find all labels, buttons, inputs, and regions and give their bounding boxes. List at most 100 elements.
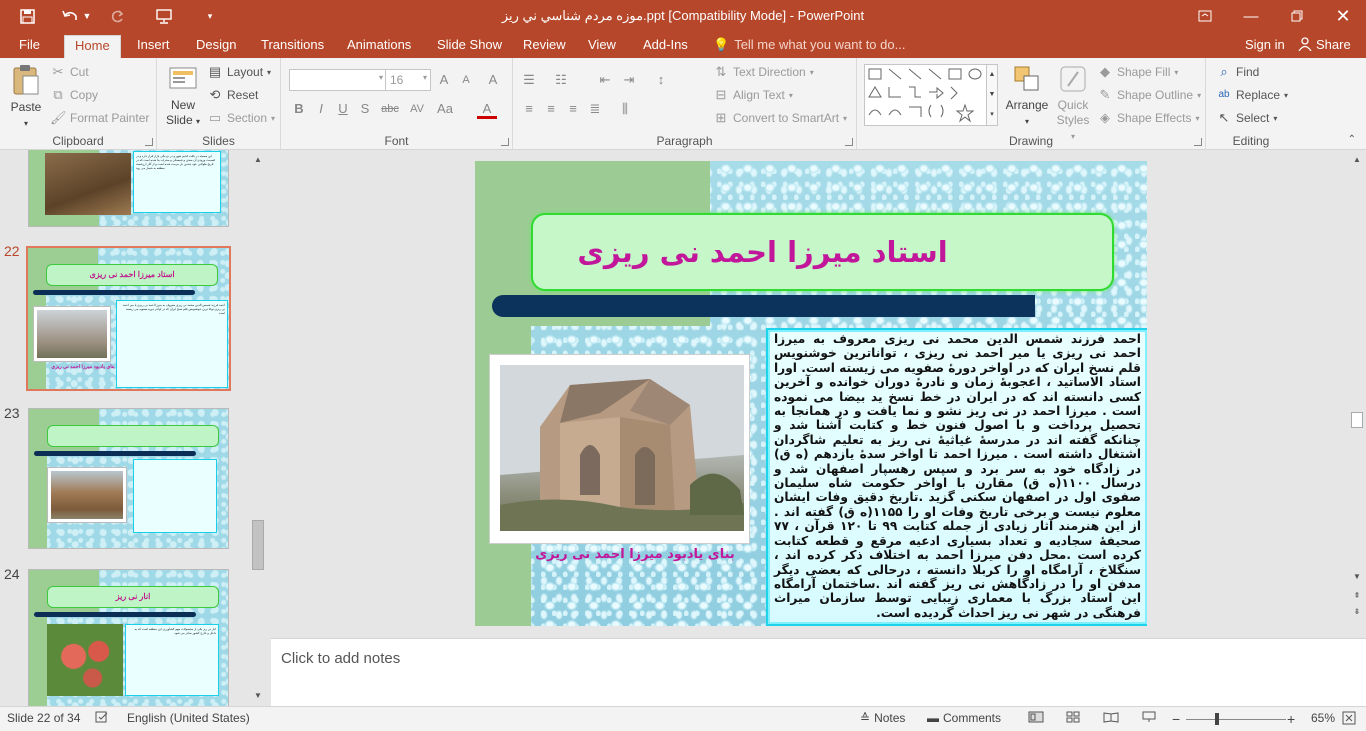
paste-button[interactable]: Paste ▾: [8, 64, 44, 131]
layout-button[interactable]: ▤ Layout ▾: [207, 64, 271, 80]
align-left-icon[interactable]: ≡: [519, 99, 539, 119]
tab-home[interactable]: Home: [64, 35, 121, 58]
shadow-button[interactable]: S: [355, 99, 375, 119]
find-label: Find: [1236, 65, 1260, 79]
slide-thumbnail-21[interactable]: این مسجد در بافت قديم شهر و در نزدیکی با…: [28, 150, 229, 227]
paragraph-launcher-icon[interactable]: [845, 138, 853, 146]
font-size-combo[interactable]: 16 ▾: [385, 69, 431, 91]
line-spacing-icon[interactable]: ↕: [651, 70, 671, 90]
minimize-icon[interactable]: —: [1236, 4, 1266, 28]
replace-button[interactable]: ab Replace ▾: [1216, 87, 1288, 103]
shapes-gallery-scroll[interactable]: ▲ ▼ ▾: [986, 64, 998, 126]
slide-thumbnail-23[interactable]: [28, 408, 229, 549]
thumbnail-scrollbar[interactable]: ▲ ▼: [250, 150, 266, 706]
shrink-font-icon[interactable]: A: [456, 70, 476, 90]
tab-slide-show[interactable]: Slide Show: [437, 37, 502, 52]
scroll-down-icon[interactable]: ▼: [251, 689, 265, 703]
reading-view-icon[interactable]: [1103, 711, 1119, 723]
font-launcher-icon[interactable]: [501, 138, 509, 146]
shape-effects-button[interactable]: ◈ Shape Effects ▾: [1097, 110, 1200, 126]
align-center-icon[interactable]: ≡: [541, 99, 561, 119]
align-text-button[interactable]: ⊟ Align Text ▾: [713, 87, 793, 103]
columns-icon[interactable]: ⫼: [615, 99, 635, 119]
decrease-indent-icon[interactable]: ⇤: [595, 70, 615, 90]
ribbon-display-icon[interactable]: [1190, 4, 1220, 28]
reset-button[interactable]: ⟲ Reset: [207, 87, 259, 103]
previous-slide-icon[interactable]: ⇞: [1350, 589, 1364, 603]
grow-font-icon[interactable]: A: [434, 70, 454, 90]
thumbnail-scroll-thumb[interactable]: [252, 520, 264, 570]
shapes-gallery[interactable]: [864, 64, 994, 126]
slide-sorter-icon[interactable]: [1066, 711, 1080, 723]
slide-scroll-down-icon[interactable]: ▼: [1350, 570, 1364, 584]
bullets-icon[interactable]: ☰: [519, 70, 539, 90]
italic-button[interactable]: I: [311, 99, 331, 119]
slide-scroll-up-icon[interactable]: ▲: [1350, 153, 1364, 167]
memorial-caption[interactable]: بنای یادبود میرزا احمد نی ریزی: [515, 547, 755, 562]
zoom-out-icon[interactable]: −: [1172, 711, 1180, 727]
tab-transitions[interactable]: Transitions: [261, 37, 324, 52]
copy-button[interactable]: ⧉ Copy: [50, 87, 98, 103]
change-case-button[interactable]: Aa: [433, 99, 457, 119]
format-painter-button[interactable]: 🖌 Format Painter: [50, 110, 149, 126]
zoom-slider-track[interactable]: [1186, 713, 1286, 725]
notes-button[interactable]: ≙ Notes: [860, 711, 905, 725]
font-name-combo[interactable]: ▾: [289, 69, 387, 91]
tell-me-box[interactable]: 💡 Tell me what you want to do...: [713, 37, 905, 53]
arrange-button[interactable]: Arrange ▾: [1005, 64, 1049, 129]
cut-button[interactable]: ✂ Cut: [50, 64, 89, 80]
tab-view[interactable]: View: [588, 37, 616, 52]
align-right-icon[interactable]: ≡: [563, 99, 583, 119]
section-button[interactable]: ▭ Section ▾: [207, 110, 275, 126]
signin-link[interactable]: Sign in: [1245, 37, 1285, 52]
close-icon[interactable]: ✕: [1328, 4, 1358, 28]
numbering-icon[interactable]: ☷: [551, 70, 571, 90]
zoom-level[interactable]: 65%: [1311, 711, 1335, 725]
slide-thumbnail-22[interactable]: استاد میرزا احمد نی ریزی بنای یادبود میر…: [26, 246, 231, 391]
bold-button[interactable]: B: [289, 99, 309, 119]
tab-animations[interactable]: Animations: [347, 37, 411, 52]
zoom-slider-knob[interactable]: [1214, 713, 1219, 725]
scroll-up-icon[interactable]: ▲: [251, 153, 265, 167]
clear-format-icon[interactable]: A: [483, 70, 503, 90]
notes-pane[interactable]: Click to add notes: [271, 638, 1366, 706]
drawing-launcher-icon[interactable]: [1194, 138, 1202, 146]
underline-button[interactable]: U: [333, 99, 353, 119]
collapse-ribbon-icon[interactable]: ⌃: [1348, 134, 1356, 145]
slide-scrollbar[interactable]: ▲ ▼ ⇞ ⇟: [1349, 150, 1366, 636]
normal-view-icon[interactable]: [1028, 711, 1044, 723]
memorial-photo[interactable]: [489, 354, 750, 544]
justify-icon[interactable]: ≣: [585, 99, 605, 119]
fit-to-window-icon[interactable]: [1342, 711, 1356, 725]
character-spacing-button[interactable]: AV: [405, 99, 429, 119]
slide-scroll-thumb[interactable]: [1351, 412, 1363, 428]
tab-add-ins[interactable]: Add-Ins: [643, 37, 688, 52]
slide-thumbnail-24[interactable]: انار نی ریز انار نی ریز یکی از محصولات م…: [28, 569, 229, 706]
select-button[interactable]: ↖ Select ▾: [1216, 110, 1278, 126]
zoom-in-icon[interactable]: +: [1287, 711, 1295, 727]
slide-title-box[interactable]: استاد میرزا احمد نی ریزی: [531, 213, 1114, 291]
strikethrough-button[interactable]: abc: [377, 99, 403, 119]
shape-outline-button[interactable]: ✎ Shape Outline ▾: [1097, 87, 1202, 103]
restore-icon[interactable]: [1282, 4, 1312, 28]
comments-button[interactable]: ▬ Comments: [927, 711, 1001, 725]
slideshow-view-icon[interactable]: [1142, 711, 1156, 723]
tab-insert[interactable]: Insert: [137, 37, 170, 52]
body-text-box[interactable]: احمد فرزند شمس الدین محمد نی ریزی معروف …: [766, 328, 1147, 626]
spell-check-icon[interactable]: [95, 711, 109, 723]
text-direction-button[interactable]: ⇅ Text Direction ▾: [713, 64, 814, 80]
tab-file[interactable]: File: [19, 37, 40, 52]
new-slide-button[interactable]: New Slide ▾: [163, 64, 203, 129]
clipboard-launcher-icon[interactable]: [145, 138, 153, 146]
increase-indent-icon[interactable]: ⇥: [619, 70, 639, 90]
font-color-button[interactable]: A: [477, 99, 497, 119]
quick-styles-button[interactable]: Quick Styles ▾: [1053, 64, 1093, 144]
find-button[interactable]: ⌕ Find: [1216, 64, 1259, 80]
share-button[interactable]: Share: [1298, 37, 1351, 54]
shape-fill-button[interactable]: ◆ Shape Fill ▾: [1097, 64, 1178, 80]
tab-design[interactable]: Design: [196, 37, 236, 52]
language-indicator[interactable]: English (United States): [127, 711, 250, 725]
tab-review[interactable]: Review: [523, 37, 566, 52]
next-slide-icon[interactable]: ⇟: [1350, 605, 1364, 619]
convert-smartart-button[interactable]: ⊞ Convert to SmartArt ▾: [713, 110, 848, 126]
